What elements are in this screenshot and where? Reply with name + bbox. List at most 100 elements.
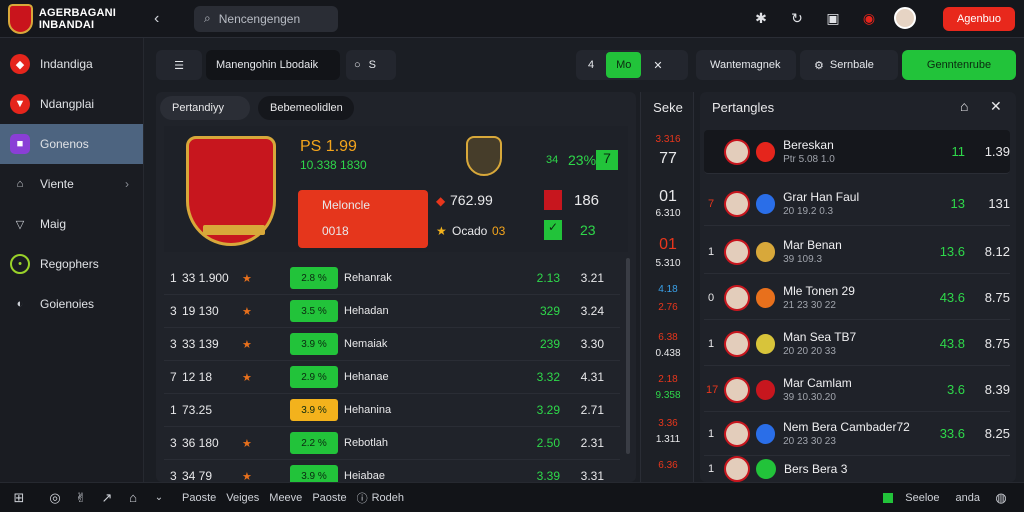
odd-top[interactable]: 6.36 — [641, 460, 695, 471]
market-button[interactable]: Wantemagnek — [696, 50, 796, 80]
row-odd-1[interactable]: 3.29 — [518, 403, 560, 417]
odd-bottom[interactable]: 0.438 — [641, 348, 695, 359]
odd-top[interactable]: 2.18 — [641, 374, 695, 385]
player-odd-2[interactable]: 8.25 — [965, 426, 1010, 441]
odd-top[interactable]: 3.36 — [641, 418, 695, 429]
list-item[interactable]: 0 Mle Tonen 29 21 23 30 22 43.6 8.75 — [704, 276, 1010, 320]
row-odd-1[interactable]: 329 — [518, 304, 560, 318]
row-odd-2[interactable]: 3.24 — [560, 304, 604, 318]
tab-leaderboard[interactable]: Manengohin Lbodaik — [206, 50, 340, 80]
row-odd-1[interactable]: 2.50 — [518, 436, 560, 450]
odd-bottom[interactable]: 1.311 — [641, 434, 695, 445]
list-item[interactable]: 1 Man Sea TB7 20 20 20 33 43.8 8.75 — [704, 322, 1010, 366]
sidebar-item-gonenos[interactable]: ■ Gonenos — [0, 124, 143, 164]
puzzle-icon[interactable]: ✱ — [750, 6, 772, 30]
footer-link[interactable]: Paoste — [182, 492, 216, 504]
odd-bottom[interactable]: 6.310 — [641, 208, 695, 219]
player-odd-2[interactable]: 8.12 — [965, 244, 1010, 259]
search-input[interactable]: ⌕ Nencengengen — [194, 5, 338, 32]
table-row[interactable]: 3 33 139 ★ 3.9 % Nemaiak 239 3.30 — [164, 328, 620, 361]
player-odd-1[interactable]: 43.8 — [930, 336, 965, 351]
home-icon[interactable]: ⌂ — [960, 98, 968, 114]
home-icon[interactable]: ⌂ — [120, 490, 146, 505]
windows-icon[interactable]: ⊞ — [6, 490, 32, 506]
player-odd-1[interactable]: 3.6 — [930, 382, 965, 397]
clipboard-icon[interactable]: ▣ — [822, 6, 844, 30]
back-arrow-icon[interactable]: ‹ — [154, 10, 176, 28]
tab-bebemeolidlen[interactable]: Bebemeolidlen — [258, 96, 354, 120]
list-icon[interactable]: ☰ — [156, 50, 202, 80]
settings-button[interactable]: ⚙ Sernbale — [800, 50, 898, 80]
chevron-down-icon[interactable]: ⌄ — [146, 492, 172, 503]
mode-toggle[interactable]: 4 Mo ✕ — [576, 50, 688, 80]
tab-pertandiyy[interactable]: Pertandiyy — [160, 96, 250, 120]
row-badge[interactable]: 3.5 % — [290, 300, 338, 322]
footer-link[interactable]: Paoste — [312, 492, 346, 504]
sidebar-item-goienoies[interactable]: ◐ Goienoies — [0, 284, 143, 324]
gesture-icon[interactable]: ✌ — [68, 490, 94, 506]
login-button[interactable]: Agenbuo — [943, 7, 1015, 31]
player-odd-2[interactable]: 131 — [965, 196, 1010, 211]
list-item[interactable]: Bereskan Ptr 5.08 1.0 11 1.39 — [704, 130, 1010, 174]
list-item[interactable]: 1 Bers Bera 3 — [704, 456, 1010, 482]
row-odd-1[interactable]: 2.13 — [518, 271, 560, 285]
list-item[interactable]: 7 Grar Han Faul 20 19.2 0.3 13 131 — [704, 182, 1010, 226]
row-odd-2[interactable]: 2.31 — [560, 436, 604, 450]
footer-link[interactable]: Rodeh — [372, 492, 404, 504]
odd-top[interactable]: 01 — [641, 236, 695, 254]
row-badge[interactable]: 3.9 % — [290, 399, 338, 421]
table-row[interactable]: 7 12 18 ★ 2.9 % Hehanae 3.32 4.31 — [164, 361, 620, 394]
scrollbar[interactable] — [626, 258, 630, 454]
player-odd-2[interactable]: 8.75 — [965, 290, 1010, 305]
table-row[interactable]: 3 19 130 ★ 3.5 % Hehadan 329 3.24 — [164, 295, 620, 328]
info-icon[interactable]: ⓘ — [357, 490, 368, 506]
player-odd-1[interactable]: 13 — [930, 196, 965, 211]
pin-icon[interactable]: ↗ — [94, 490, 120, 506]
odd-bottom[interactable]: 2.76 — [641, 302, 695, 313]
odd-top[interactable]: 3.316 — [641, 134, 695, 145]
table-row[interactable]: 1 73.25 3.9 % Hehanina 3.29 2.71 — [164, 394, 620, 427]
player-odd-1[interactable]: 33.6 — [930, 426, 965, 441]
avatar[interactable] — [894, 7, 916, 29]
odd-badge[interactable]: 7 — [596, 150, 618, 170]
search-toggle[interactable]: ○ S — [346, 50, 396, 80]
player-odd-2[interactable]: 8.75 — [965, 336, 1010, 351]
list-item[interactable]: 1 Mar Benan 39 109.3 13.6 8.12 — [704, 230, 1010, 274]
row-odd-2[interactable]: 2.71 — [560, 403, 604, 417]
row-badge[interactable]: 2.9 % — [290, 366, 338, 388]
odd-bottom[interactable]: 9.358 — [641, 390, 695, 401]
player-odd-1[interactable]: 13.6 — [930, 244, 965, 259]
primary-green-button[interactable]: Genntenrube — [902, 50, 1016, 80]
list-item[interactable]: 1 Nem Bera Cambader72 20 23 30 23 33.6 8… — [704, 412, 1010, 456]
row-odd-2[interactable]: 4.31 — [560, 370, 604, 384]
sidebar-item-maig[interactable]: ▽ Maig — [0, 204, 143, 244]
highlight-card[interactable]: Meloncle 0018 — [298, 190, 428, 248]
refresh-icon[interactable]: ↻ — [786, 6, 808, 30]
player-odd-2[interactable]: 1.39 — [965, 144, 1010, 159]
close-icon[interactable]: ✕ — [653, 59, 662, 72]
footer-link[interactable]: anda — [956, 492, 980, 504]
shield-red-icon[interactable]: ◉ — [858, 6, 880, 30]
row-odd-1[interactable]: 239 — [518, 337, 560, 351]
row-odd-1[interactable]: 3.32 — [518, 370, 560, 384]
list-item[interactable]: 17 Mar Camlam 39 10.30.20 3.6 8.39 — [704, 368, 1010, 412]
row-badge[interactable]: 2.2 % — [290, 432, 338, 454]
player-odd-1[interactable]: 11 — [930, 144, 966, 159]
target-icon[interactable]: ◎ — [42, 490, 68, 506]
settings-x-icon[interactable]: ✕ — [990, 98, 1002, 115]
table-row[interactable]: 3 36 180 ★ 2.2 % Rebotlah 2.50 2.31 — [164, 427, 620, 460]
player-odd-2[interactable]: 8.39 — [965, 382, 1010, 397]
odd-bottom[interactable]: 5.310 — [641, 258, 695, 269]
row-badge[interactable]: 3.9 % — [290, 333, 338, 355]
toggle-active[interactable]: Mo — [606, 52, 642, 78]
odd-top[interactable]: 4.18 — [641, 284, 695, 295]
row-odd-2[interactable]: 3.21 — [560, 271, 604, 285]
odd-bottom[interactable]: 77 — [641, 150, 695, 168]
footer-link[interactable]: Veiges — [226, 492, 259, 504]
row-odd-1[interactable]: 3.39 — [518, 469, 560, 483]
brand-logo[interactable]: AGERBAGANI INBANDAI — [0, 0, 148, 38]
footer-link[interactable]: Meeve — [269, 492, 302, 504]
odd-top[interactable]: 6.38 — [641, 332, 695, 343]
row-odd-2[interactable]: 3.30 — [560, 337, 604, 351]
sidebar-item-ndangplai[interactable]: ▼ Ndangplai — [0, 84, 143, 124]
